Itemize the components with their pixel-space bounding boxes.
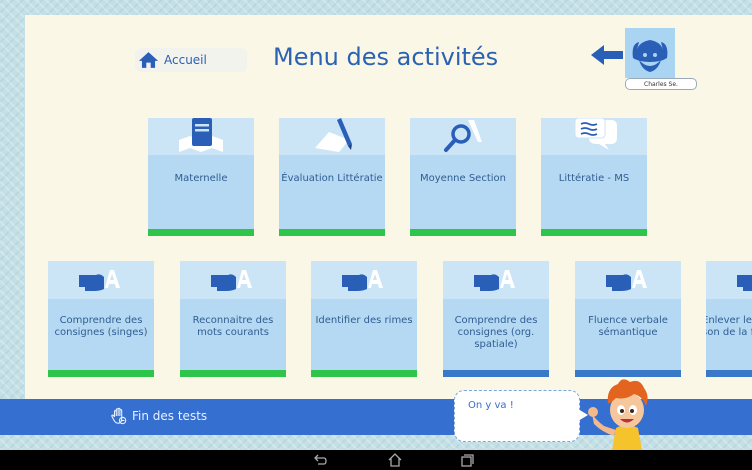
magnifier-icon xyxy=(444,120,482,152)
recent-apps-icon xyxy=(461,454,474,467)
pointing-hand-icon xyxy=(606,270,647,291)
book-icon xyxy=(179,118,223,152)
nav-back-button[interactable] xyxy=(312,452,328,468)
home-outline-icon xyxy=(388,453,402,467)
pointing-hand-icon xyxy=(342,270,383,291)
pointing-hand-icon xyxy=(737,275,752,291)
tile-label: Comprendre des consignes (singes) xyxy=(54,315,148,338)
home-icon xyxy=(138,52,159,68)
profile-name: Charles Se. xyxy=(625,78,697,90)
speech-text: On y va ! xyxy=(468,400,514,411)
tile-maternelle[interactable]: Maternelle xyxy=(148,118,254,236)
tile-identifier-rimes[interactable]: Identifier des rimes xyxy=(311,261,417,377)
tile-fluence-verbale[interactable]: Fluence verbale sémantique xyxy=(575,261,681,377)
boy-mascot-icon xyxy=(588,379,648,450)
tile-label: Moyenne Section xyxy=(420,173,506,184)
tile-label: Maternelle xyxy=(174,173,228,184)
nav-recent-button[interactable] xyxy=(459,452,475,468)
end-tests-label: Fin des tests xyxy=(132,409,208,423)
home-button[interactable]: Accueil xyxy=(135,48,247,72)
tile-label: Reconnaitre des mots courants xyxy=(192,315,274,338)
end-tests-button[interactable]: Fin des tests xyxy=(110,407,207,425)
tile-moyenne-section[interactable]: Moyenne Section xyxy=(410,118,516,236)
back-icon xyxy=(314,454,327,465)
speech-bubble: On y va ! xyxy=(454,390,588,442)
speech-bubbles-icon xyxy=(574,118,617,150)
page-title: Menu des activités xyxy=(273,43,499,71)
tile-reconnaitre-mots-courants[interactable]: Reconnaitre des mots courants xyxy=(180,261,286,377)
back-arrow-icon[interactable] xyxy=(590,44,624,66)
viking-helmet-icon xyxy=(632,40,668,72)
pencil-paper-icon xyxy=(315,118,352,152)
tile-label: Comprendre des consignes (org. spatiale) xyxy=(454,315,538,350)
tile-enlever-son-fin[interactable]: Enlever le son de la fin xyxy=(706,261,752,377)
tile-comprendre-consignes-spatiale[interactable]: Comprendre des consignes (org. spatiale) xyxy=(443,261,549,377)
tile-evaluation-litteratie[interactable]: Évaluation Littératie xyxy=(279,118,385,236)
pointing-hand-icon xyxy=(79,270,120,291)
system-navbar xyxy=(0,450,752,470)
hand-stop-icon xyxy=(111,407,127,425)
tile-label: Évaluation Littératie xyxy=(281,173,383,184)
tile-comprendre-consignes-singes[interactable]: Comprendre des consignes (singes) xyxy=(48,261,154,377)
nav-home-button[interactable] xyxy=(387,452,403,468)
pointing-hand-icon xyxy=(474,270,515,291)
profile-avatar[interactable]: Charles Se. xyxy=(625,28,697,90)
pointing-hand-icon xyxy=(211,270,252,291)
app-screen: Accueil Menu des activités Charles Se. M… xyxy=(25,15,752,415)
tile-label: Identifier des rimes xyxy=(315,315,413,326)
tile-litteratie-ms[interactable]: Littératie - MS xyxy=(541,118,647,236)
avatar-image xyxy=(625,28,675,78)
tile-label: Enlever le son de la fin xyxy=(706,315,752,338)
home-label: Accueil xyxy=(164,53,207,67)
tile-label: Littératie - MS xyxy=(558,173,630,184)
tile-label: Fluence verbale sémantique xyxy=(588,315,668,338)
